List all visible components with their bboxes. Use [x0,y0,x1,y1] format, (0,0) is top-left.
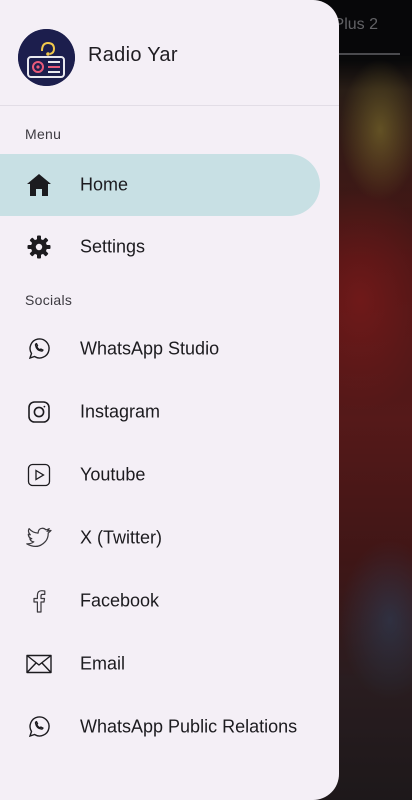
whatsapp-icon [25,335,53,363]
whatsapp-icon [25,713,53,741]
nav-item-settings[interactable]: Settings [0,216,320,278]
nav-item-facebook[interactable]: Facebook [0,570,320,632]
home-icon [25,171,53,199]
menu-section-label: Menu [25,126,62,142]
nav-item-youtube[interactable]: Youtube [0,444,320,506]
nav-item-label: Home [80,174,129,195]
navigation-drawer: Radio Yar Menu Home Settings Socials Wha… [0,0,339,800]
nav-item-twitter[interactable]: X (Twitter) [0,507,320,569]
nav-item-label: Youtube [80,464,146,485]
nav-item-label: Instagram [80,401,161,422]
nav-item-email[interactable]: Email [0,633,320,695]
app-name: Radio Yar [88,44,178,66]
nav-item-label: Facebook [80,590,160,611]
gear-icon [25,233,53,261]
nav-item-label: WhatsApp Studio [80,338,220,359]
radio-icon [18,29,75,86]
nav-item-whatsapp-public-relations[interactable]: WhatsApp Public Relations [0,696,320,758]
nav-item-label: WhatsApp Public Relations [80,716,298,737]
youtube-icon [25,461,53,489]
nav-item-home[interactable]: Home [0,154,320,216]
socials-section-label: Socials [25,292,73,308]
nav-item-label: Settings [80,236,146,257]
nav-item-whatsapp-studio[interactable]: WhatsApp Studio [0,318,320,380]
drawer-header: Radio Yar [0,0,339,106]
nav-item-label: Email [80,653,126,674]
email-icon [25,650,53,678]
instagram-icon [25,398,53,426]
twitter-icon [25,524,53,552]
nav-item-label: X (Twitter) [80,527,163,548]
nav-item-instagram[interactable]: Instagram [0,381,320,443]
facebook-icon [25,587,53,615]
